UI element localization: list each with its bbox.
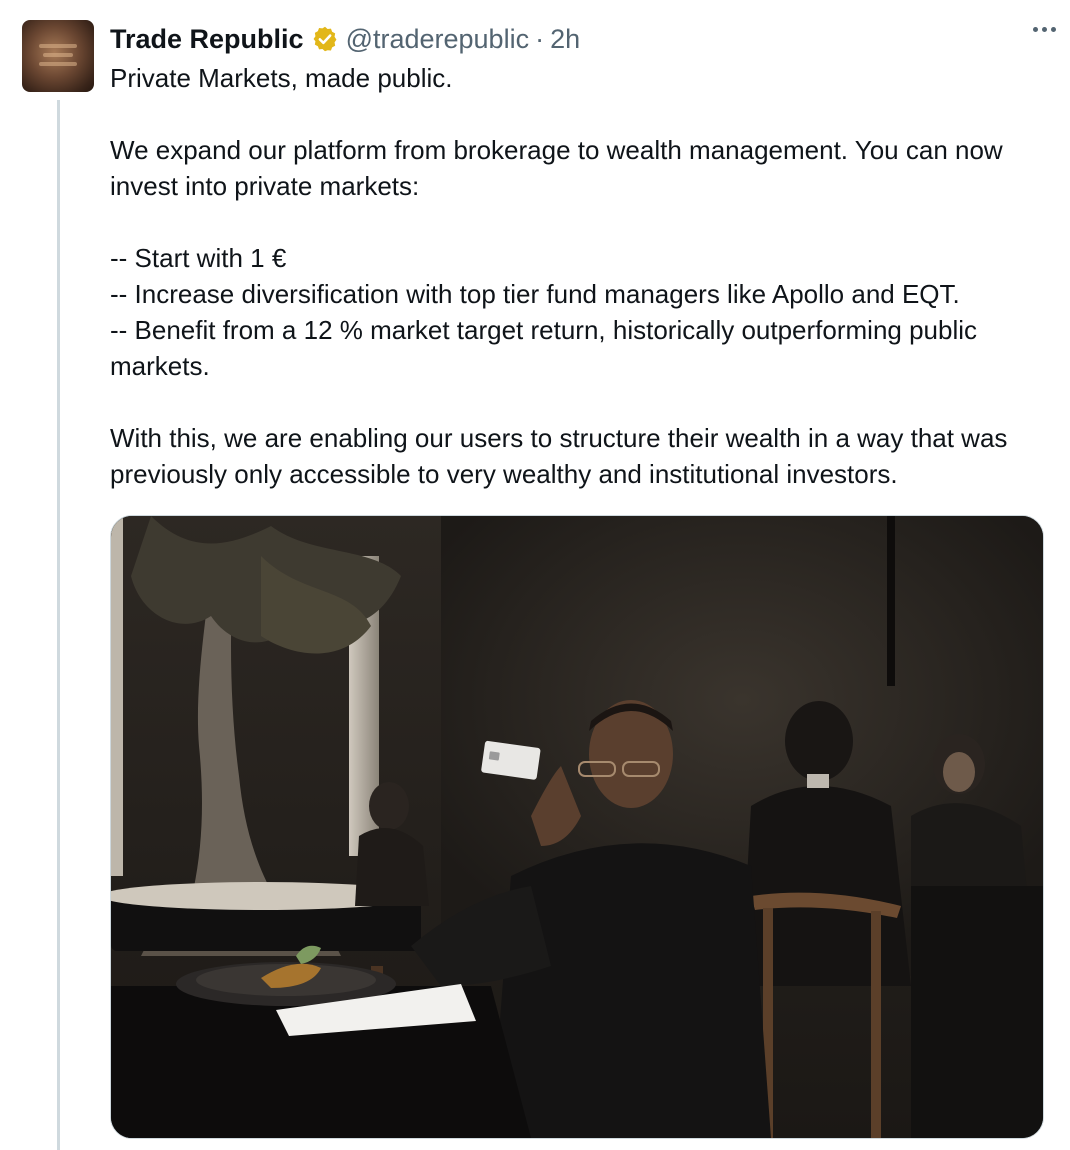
timestamp[interactable]: 2h <box>550 24 580 55</box>
tweet-paragraph: We expand our platform from brokerage to… <box>110 135 1003 201</box>
tweet-bullet: -- Start with 1 € <box>110 243 287 273</box>
tweet-line: Private Markets, made public. <box>110 63 453 93</box>
tweet-bullet: -- Benefit from a 12 % market target ret… <box>110 315 978 381</box>
more-options-button[interactable] <box>1024 14 1064 44</box>
tweet-bullet: -- Increase diversification with top tie… <box>110 279 960 309</box>
thread-line <box>57 100 60 1150</box>
tweet-header: Trade Republic @traderepublic · 2h <box>110 22 1050 56</box>
verified-badge-icon[interactable] <box>311 25 339 53</box>
tweet-photo[interactable] <box>110 515 1044 1139</box>
separator-dot: · <box>535 23 545 54</box>
avatar[interactable] <box>22 20 94 92</box>
tweet-paragraph: With this, we are enabling our users to … <box>110 423 1008 489</box>
author-name[interactable]: Trade Republic <box>110 24 304 55</box>
more-options-icon <box>1032 26 1038 32</box>
tweet-text: Private Markets, made public. We expand … <box>110 60 1050 492</box>
author-handle[interactable]: @traderepublic <box>346 24 530 55</box>
